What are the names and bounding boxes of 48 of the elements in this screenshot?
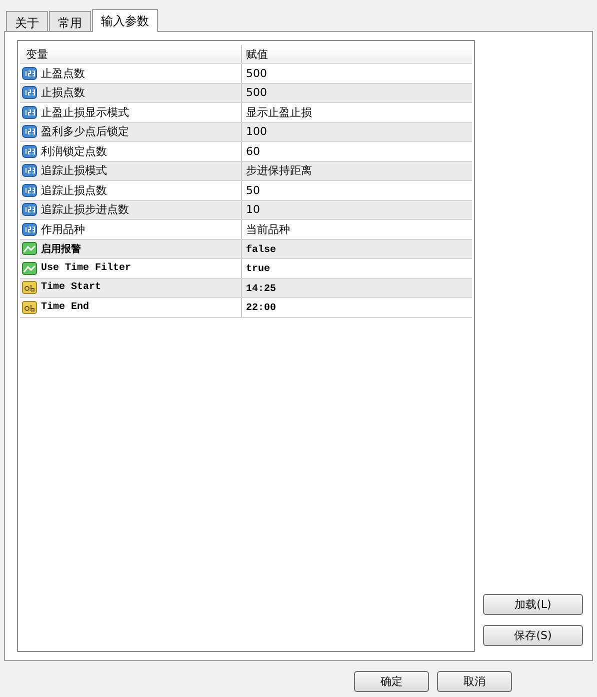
parameter-name: 作用品种	[41, 222, 85, 237]
parameter-name: Time End	[41, 302, 90, 313]
parameter-name: 追踪止损步进点数	[41, 202, 129, 218]
chart-icon	[22, 262, 37, 275]
parameter-value[interactable]: 500	[246, 66, 267, 80]
dialog-button[interactable]: 确定	[354, 671, 429, 692]
parameter-name: 止盈点数	[41, 66, 85, 81]
tab[interactable]: 关于	[6, 11, 48, 31]
parameter-name: 启用报警	[41, 242, 81, 256]
number-icon	[22, 86, 37, 100]
parameter-value[interactable]: 100	[246, 125, 267, 138]
parameter-name: 追踪止损点数	[41, 182, 107, 198]
parameter-name: 盈利多少点后锁定	[41, 124, 129, 140]
text-icon	[22, 281, 37, 294]
parameter-value[interactable]: 22:00	[246, 303, 276, 314]
parameter-value[interactable]: 显示止盈止损	[246, 106, 312, 119]
parameter-name: 利润锁定点数	[41, 144, 107, 159]
number-icon	[22, 184, 37, 197]
number-icon	[22, 203, 37, 216]
column-header[interactable]: 变量	[20, 45, 242, 63]
number-icon	[22, 164, 37, 178]
tab[interactable]: 常用	[49, 11, 91, 31]
number-icon	[22, 222, 37, 236]
parameter-value[interactable]: 10	[246, 203, 260, 216]
parameter-value[interactable]: 60	[246, 144, 260, 158]
parameter-name: Use Time Filter	[41, 262, 132, 274]
side-button[interactable]: 加载(L)	[483, 594, 583, 615]
parameter-name: 追踪止损模式	[41, 163, 107, 178]
parameter-name: Time Start	[41, 282, 102, 294]
parameter-value[interactable]: 50	[246, 184, 260, 197]
parameter-value[interactable]: true	[246, 264, 270, 276]
parameter-name: 止损点数	[41, 85, 85, 100]
column-header[interactable]: 赋值	[242, 46, 268, 62]
side-button[interactable]: 保存(S)	[483, 625, 583, 646]
parameter-name: 止盈止损显示模式	[41, 104, 129, 120]
number-icon	[22, 66, 37, 80]
text-icon	[22, 300, 37, 314]
number-icon	[22, 144, 37, 158]
parameter-value[interactable]: 当前品种	[246, 222, 290, 236]
parameter-value[interactable]: 步进保持距离	[246, 164, 312, 178]
dialog-button[interactable]: 取消	[437, 671, 512, 692]
number-icon	[22, 106, 37, 119]
parameter-value[interactable]: 500	[246, 86, 267, 100]
parameter-value[interactable]: 14:25	[246, 284, 276, 295]
parameter-value[interactable]: false	[246, 244, 276, 256]
number-icon	[22, 125, 37, 138]
chart-icon	[22, 242, 37, 256]
tab[interactable]: 输入参数	[92, 9, 158, 32]
